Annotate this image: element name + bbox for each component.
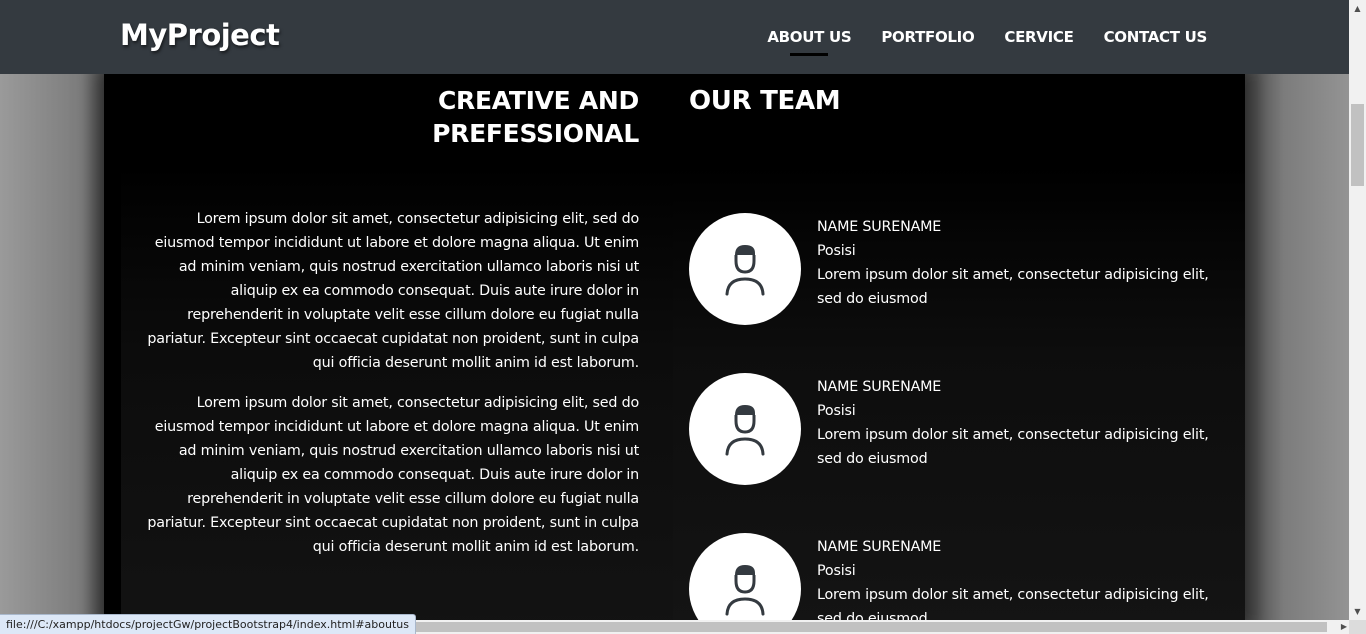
team-member-card: NAME SURENAME Posisi Lorem ipsum dolor s… — [689, 373, 1229, 485]
member-bio: Lorem ipsum dolor sit amet, consectetur … — [817, 587, 1209, 622]
team-heading: OUR TEAM — [689, 86, 841, 116]
about-section: CREATIVE AND PREFESSIONAL OUR TEAM Lorem… — [104, 74, 1245, 622]
team-member-card: NAME SURENAME Posisi Lorem ipsum dolor s… — [689, 533, 1229, 622]
scrollbar-corner — [1349, 620, 1366, 634]
member-avatar — [689, 373, 801, 485]
member-position: Posisi — [817, 243, 856, 259]
nav-item-portfolio[interactable]: PORTFOLIO — [881, 28, 974, 46]
member-avatar — [689, 533, 801, 622]
about-paragraph-1: Lorem ipsum dolor sit amet, consectetur … — [147, 211, 639, 371]
member-bio: Lorem ipsum dolor sit amet, consectetur … — [817, 267, 1209, 307]
about-paragraph-2: Lorem ipsum dolor sit amet, consectetur … — [147, 395, 639, 555]
scroll-down-arrow-icon[interactable]: ▼ — [1349, 603, 1366, 620]
member-name: NAME SURENAME — [817, 539, 942, 555]
about-heading-line-1: CREATIVE AND — [438, 86, 639, 115]
about-heading: CREATIVE AND PREFESSIONAL — [339, 84, 639, 150]
nav-menu: ABOUT US PORTFOLIO CERVICE CONTACT US — [767, 28, 1208, 56]
member-position: Posisi — [817, 403, 856, 419]
navbar: MyProject ABOUT US PORTFOLIO CERVICE CON… — [0, 0, 1349, 74]
brand-logo[interactable]: MyProject — [120, 18, 280, 52]
scroll-right-arrow-icon[interactable]: ▶ — [1341, 620, 1347, 634]
member-info: NAME SURENAME Posisi Lorem ipsum dolor s… — [817, 535, 1217, 622]
nav-item-contact-us[interactable]: CONTACT US — [1104, 28, 1208, 46]
about-heading-line-2: PREFESSIONAL — [432, 119, 639, 148]
nav-item-about-us[interactable]: ABOUT US — [767, 28, 852, 56]
vertical-scrollbar-thumb[interactable] — [1351, 104, 1364, 186]
member-bio: Lorem ipsum dolor sit amet, consectetur … — [817, 427, 1209, 467]
user-icon — [725, 565, 765, 616]
nav-item-cervice[interactable]: CERVICE — [1004, 28, 1073, 46]
scroll-up-arrow-icon[interactable]: ▲ — [1349, 0, 1366, 17]
member-info: NAME SURENAME Posisi Lorem ipsum dolor s… — [817, 375, 1217, 471]
member-info: NAME SURENAME Posisi Lorem ipsum dolor s… — [817, 215, 1217, 311]
member-position: Posisi — [817, 563, 856, 579]
member-name: NAME SURENAME — [817, 219, 942, 235]
member-name: NAME SURENAME — [817, 379, 942, 395]
status-bar-url: file:///C:/xampp/htdocs/projectGw/projec… — [0, 614, 416, 634]
team-member-card: NAME SURENAME Posisi Lorem ipsum dolor s… — [689, 213, 1229, 325]
vertical-scrollbar[interactable]: ▲ ▼ — [1349, 0, 1366, 620]
user-icon — [725, 245, 765, 296]
member-avatar — [689, 213, 801, 325]
user-icon — [725, 405, 765, 456]
